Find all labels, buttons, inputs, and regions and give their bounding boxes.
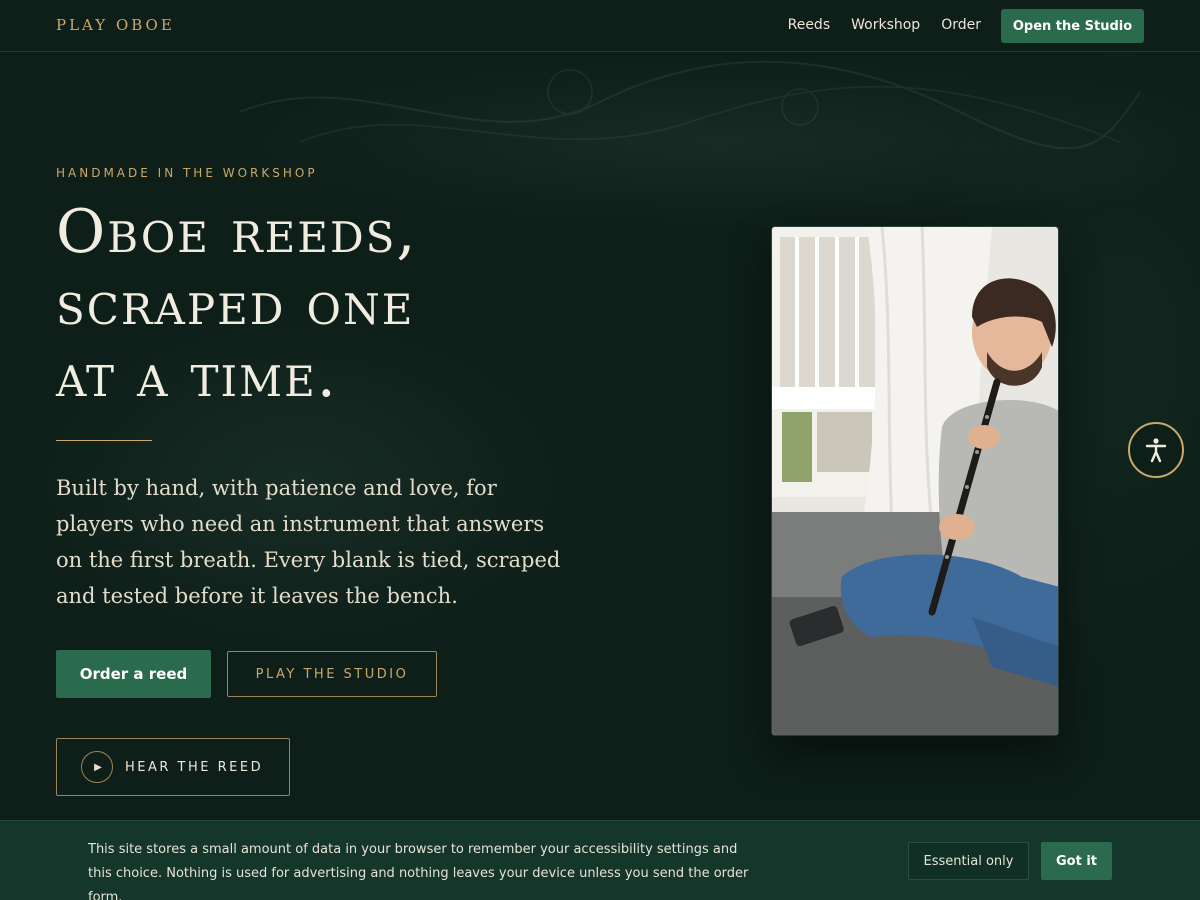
top-nav: PLAY OBOE Reeds Workshop Order Open the … xyxy=(0,0,1200,52)
cookie-banner: This site stores a small amount of data … xyxy=(0,820,1200,900)
hero-lede: Built by hand, with patience and love, f… xyxy=(56,476,561,608)
got-it-button[interactable]: Got it xyxy=(1041,842,1112,880)
cookie-message: This site stores a small amount of data … xyxy=(88,842,749,900)
player-photo-illustration xyxy=(772,227,1058,735)
nav-link-order[interactable]: Order xyxy=(941,17,981,33)
play-studio-button[interactable]: PLAY THE STUDIO xyxy=(227,651,437,697)
hear-reed-button[interactable]: ▶ HEAR THE REED xyxy=(56,738,290,796)
order-reed-button[interactable]: Order a reed xyxy=(56,650,211,698)
nav-links: Reeds Workshop Order xyxy=(788,17,981,33)
open-studio-button[interactable]: Open the Studio xyxy=(1001,9,1144,43)
accessibility-button[interactable] xyxy=(1128,422,1184,478)
hero-eyebrow: HANDMADE IN THE WORKSHOP xyxy=(56,166,318,180)
essential-only-button[interactable]: Essential only xyxy=(908,842,1029,880)
nav-link-reeds[interactable]: Reeds xyxy=(788,17,831,33)
headline-line-1: Oboe reeds, xyxy=(56,197,418,267)
accessibility-icon xyxy=(1145,438,1167,463)
headline-line-3: at a time. xyxy=(56,341,338,411)
ornament-decoration xyxy=(240,60,1140,150)
headline-line-2: scraped one xyxy=(56,269,415,339)
hero-photo xyxy=(771,226,1059,736)
hero-headline: Oboe reeds, scraped one at a time. xyxy=(56,196,656,412)
headline-divider xyxy=(56,440,152,441)
nav-link-workshop[interactable]: Workshop xyxy=(851,17,920,33)
play-icon: ▶ xyxy=(81,751,113,783)
brand-logo[interactable]: PLAY OBOE xyxy=(56,16,175,34)
hear-reed-label: HEAR THE REED xyxy=(125,759,264,775)
